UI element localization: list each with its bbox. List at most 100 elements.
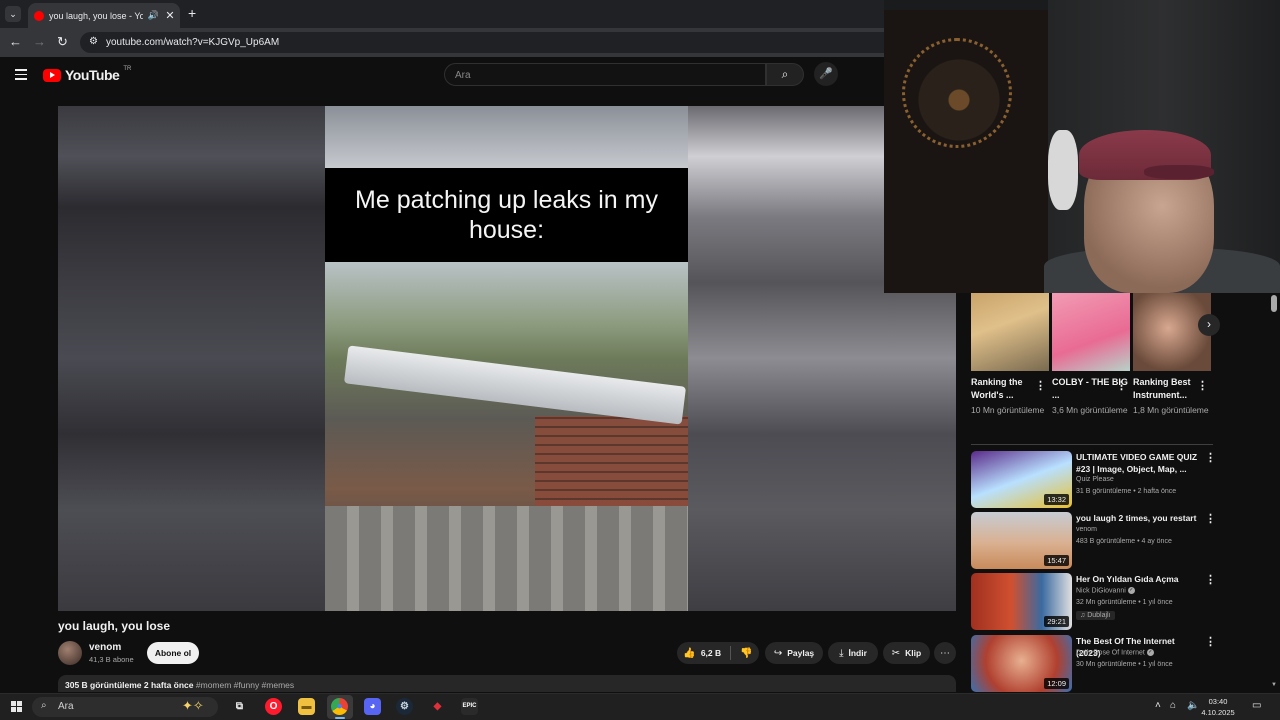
epic-games-icon[interactable]: EPIC: [461, 698, 478, 715]
network-icon[interactable]: ⌂: [1170, 700, 1176, 711]
recommended-meta: 31 B görüntüleme • 2 hafta önce: [1076, 488, 1177, 495]
taskbar-clock[interactable]: 03:40 4.10.2025: [1196, 696, 1240, 718]
short-views: 3,6 Mn görüntüleme: [1052, 405, 1128, 415]
page-scrollbar-thumb[interactable]: [1271, 295, 1277, 312]
scissors-icon: ✂: [891, 647, 901, 659]
tab-title: you laugh, you lose - YouTube: [49, 10, 143, 21]
subscribe-button[interactable]: Abone ol: [147, 642, 199, 664]
tab-close-icon[interactable]: ✕: [164, 9, 176, 22]
video-player[interactable]: Me patching up leaks in my house: ◉: [58, 106, 956, 611]
youtube-favicon-icon: [34, 10, 44, 21]
dislike-icon[interactable]: 👎: [740, 648, 752, 659]
video-frame: Me patching up leaks in my house:: [325, 106, 688, 611]
menu-icon[interactable]: [15, 69, 27, 80]
recommended-channel: venom: [1076, 526, 1098, 533]
taskbar-search-placeholder: Ara: [58, 701, 74, 712]
recommended-title: you laugh 2 times, you restart: [1076, 513, 1197, 523]
short-thumbnail[interactable]: [1133, 293, 1211, 371]
video-bricks: [535, 416, 688, 516]
hashtags[interactable]: #momem #funny #memes: [196, 680, 294, 690]
more-actions-button[interactable]: ⋯: [934, 642, 956, 664]
copilot-sparkle-icon: ✦✧: [182, 698, 204, 713]
headset-icon: [1048, 130, 1078, 210]
browser-tab-youtube[interactable]: you laugh, you lose - YouTube 🔊 ✕: [28, 3, 180, 28]
channel-name[interactable]: venom: [89, 642, 121, 653]
video-thumbnail: 13:32: [971, 451, 1072, 508]
youtube-logo[interactable]: YouTube TR: [43, 66, 131, 83]
clip-button[interactable]: ✂ Klip: [883, 642, 930, 664]
video-thumbnail: 15:47: [971, 512, 1072, 569]
new-tab-button[interactable]: +: [188, 5, 196, 21]
site-info-icon[interactable]: ⚙: [89, 36, 98, 47]
kebab-menu-icon[interactable]: ⋮: [1205, 512, 1216, 525]
microphone-icon[interactable]: 🎤: [814, 62, 838, 86]
download-icon: ⤓: [839, 647, 844, 659]
recommended-video[interactable]: 13:32 ULTIMATE VIDEO GAME QUIZ #23 | Ima…: [971, 451, 1216, 509]
short-thumbnail[interactable]: [971, 293, 1049, 371]
kebab-menu-icon[interactable]: ⋮: [1205, 451, 1216, 464]
active-app-indicator: [335, 717, 345, 719]
kebab-menu-icon[interactable]: ⋮: [1116, 379, 1127, 392]
discord-icon[interactable]: ◕: [364, 698, 381, 715]
like-dislike-group: 👍 6,2 B 👎: [677, 642, 759, 664]
duration-badge: 29:21: [1044, 616, 1069, 627]
back-icon[interactable]: ←: [9, 34, 22, 49]
youtube-play-icon: [43, 68, 61, 82]
reload-icon[interactable]: ↻: [57, 34, 68, 50]
recommended-channel-row: Daily Dose Of Internet ✓: [1076, 649, 1154, 656]
video-thumbnail: 29:21: [971, 573, 1072, 630]
windows-start-icon[interactable]: [11, 701, 22, 712]
recommended-video[interactable]: 15:47 you laugh 2 times, you restart ven…: [971, 512, 1216, 570]
duration-badge: 13:32: [1044, 494, 1069, 505]
recommended-channel-row: Nick DiGiovanni ✓: [1076, 587, 1135, 594]
tab-search-dropdown-button[interactable]: ⌄: [5, 6, 21, 22]
more-horizontal-icon: ⋯: [940, 647, 950, 659]
clip-label: Klip: [905, 648, 922, 658]
kebab-menu-icon[interactable]: ⋮: [1035, 379, 1046, 392]
forward-icon[interactable]: →: [33, 34, 46, 49]
tray-overflow-icon[interactable]: ˄: [1155, 700, 1161, 711]
recommended-video[interactable]: 29:21 Her On Yıldan Gıda Açma Nick DiGio…: [971, 573, 1216, 631]
recommended-channel: Quiz Please: [1076, 476, 1114, 483]
clock-date: 4.10.2025: [1201, 708, 1235, 717]
file-explorer-icon[interactable]: ▬: [298, 698, 315, 715]
task-view-icon[interactable]: ⧉: [231, 698, 248, 715]
kebab-menu-icon[interactable]: ⋮: [1205, 635, 1216, 648]
taskbar-search-input[interactable]: ⌕ Ara ✦✧: [32, 697, 218, 717]
recommended-video[interactable]: 12:09 The Best Of The Internet (2023) Da…: [971, 635, 1216, 693]
search-icon[interactable]: ⌕: [766, 63, 804, 86]
kebab-menu-icon[interactable]: ⋮: [1205, 573, 1216, 586]
duration-badge: 12:09: [1044, 678, 1069, 689]
scroll-down-icon[interactable]: ▼: [1271, 682, 1277, 688]
opera-icon[interactable]: O: [265, 698, 282, 715]
short-thumbnail[interactable]: [1052, 293, 1130, 371]
game-launcher-icon[interactable]: ◆: [429, 698, 446, 715]
share-button[interactable]: ↪ Paylaş: [765, 642, 823, 664]
video-thumbnail: 12:09: [971, 635, 1072, 692]
tapestry-sun-emblem: [902, 38, 1012, 148]
kebab-menu-icon[interactable]: ⋮: [1197, 379, 1208, 392]
download-button[interactable]: ⤓ İndir: [828, 642, 878, 664]
chrome-icon[interactable]: ●: [331, 698, 348, 715]
chevron-right-icon[interactable]: ›: [1198, 314, 1220, 336]
notification-icon[interactable]: ▭: [1252, 700, 1261, 711]
recommended-channel: Nick DiGiovanni: [1076, 587, 1126, 595]
tab-audio-icon[interactable]: 🔊: [148, 10, 159, 21]
duration-badge: 15:47: [1044, 555, 1069, 566]
share-label: Paylaş: [787, 648, 815, 658]
search-input[interactable]: Ara: [444, 63, 766, 86]
url-text: youtube.com/watch?v=KJGVp_Up6AM: [106, 37, 280, 48]
like-count[interactable]: 6,2 B: [701, 648, 721, 658]
webcam-overlay: [884, 0, 1280, 293]
taskbar-search-icon: ⌕: [41, 700, 47, 711]
channel-avatar[interactable]: [58, 641, 82, 665]
view-count: 305 B görüntüleme: [65, 680, 142, 690]
share-icon: ↪: [773, 647, 783, 659]
blurred-side-left: [58, 106, 325, 611]
steam-icon[interactable]: ⚙: [396, 698, 413, 715]
like-icon[interactable]: 👍: [683, 648, 695, 659]
description-box[interactable]: 305 B görüntüleme 2 hafta önce #momem #f…: [58, 675, 956, 692]
verified-check-icon: ✓: [1127, 587, 1135, 594]
address-bar[interactable]: ⚙ youtube.com/watch?v=KJGVp_Up6AM: [80, 32, 900, 53]
recommended-title: ULTIMATE VIDEO GAME QUIZ #23 | Image, Ob…: [1076, 452, 1198, 474]
